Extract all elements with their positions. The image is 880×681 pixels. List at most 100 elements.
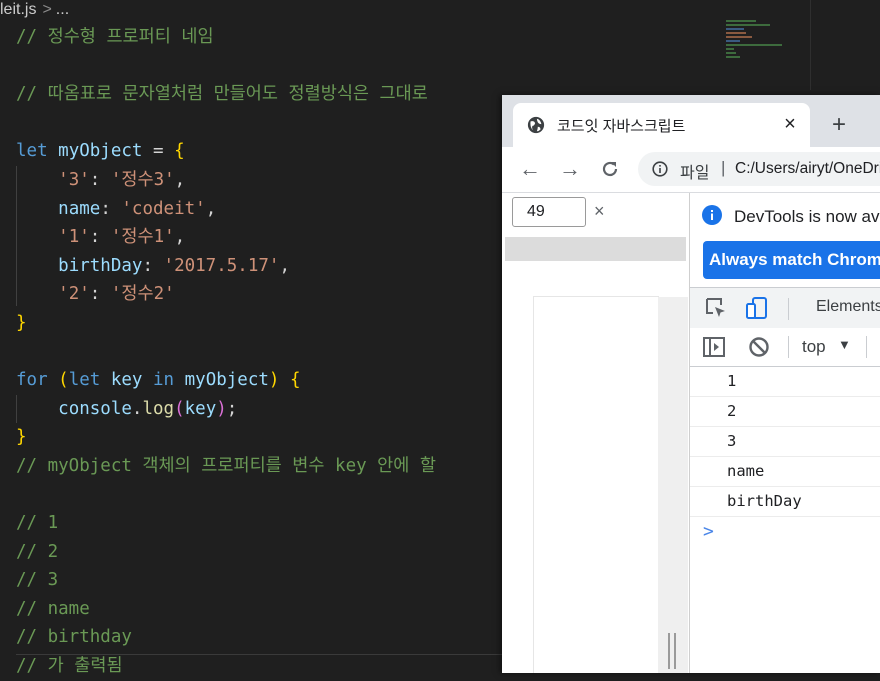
code-line[interactable]: // 가 출력됨 [16,652,436,681]
new-tab-button[interactable]: + [826,112,852,138]
code-token: { [174,141,185,162]
reload-arrow-icon [602,161,618,177]
code-token: '2' [58,284,90,305]
inspect-element-icon[interactable] [704,296,728,320]
devtools-panel: DevTools is now available in Korean Alwa… [690,193,880,673]
code-token: = [142,141,175,162]
always-match-language-button[interactable]: Always match Chrome's language [703,241,880,279]
code-line[interactable]: birthDay: '2017.5.17', [16,252,436,281]
context-dropdown-icon[interactable]: ▼ [838,337,851,352]
code-token: // 2 [16,541,59,562]
code-token: ; [226,398,238,419]
code-line[interactable]: for (let key in myObject) { [16,366,436,395]
code-line[interactable]: let myObject = { [16,137,436,166]
breadcrumb: leit.js >... [0,0,69,22]
dimension-close-icon[interactable]: × [594,201,605,222]
code-line[interactable] [16,338,436,367]
tab-elements[interactable]: Elements [816,298,880,316]
clear-console-icon[interactable] [748,336,770,358]
context-selector[interactable]: top [802,337,826,357]
browser-window: 코드잇 자바스크립트 × + ← → 파일 | C:/Users/airyt/O… [502,95,880,673]
console-log-row: 3 [690,427,880,457]
code-token: myObject [184,370,269,391]
globe-icon [527,116,545,134]
protocol-label: 파일 [680,165,710,182]
scrollbar-track[interactable] [810,0,811,90]
resize-handle[interactable] [668,633,676,669]
breadcrumb-file[interactable]: leit.js [0,1,36,18]
code-line[interactable] [16,52,436,81]
device-toolbar-icon[interactable] [745,296,769,320]
code-token: for [16,370,59,391]
infobar-message: DevTools is now available in Korean [734,207,880,226]
code-token: ( [58,370,69,391]
code-line[interactable]: // birthday [16,623,436,652]
code-line[interactable]: // 정수형 프로퍼티 네임 [16,23,436,52]
viewport-width-input[interactable]: 49 [512,197,586,227]
console-prompt-chevron-icon[interactable]: > [690,517,880,547]
breadcrumb-more[interactable]: ... [56,1,69,18]
code-token: } [16,312,27,333]
code-line[interactable]: name: 'codeit', [16,195,436,224]
code-token: : [89,169,111,190]
media-query-ruler[interactable] [505,237,686,261]
code-line[interactable]: // myObject 객체의 프로퍼티를 변수 key 안에 할 [16,452,436,481]
code-line[interactable]: console.log(key); [16,395,436,424]
code-token: key [110,370,143,391]
code-token: // 1 [16,513,59,534]
sidebar-toggle-icon[interactable] [703,336,725,358]
code-token: : [142,255,164,276]
address-bar[interactable]: 파일 | C:/Users/airyt/OneDrive [638,152,880,186]
code-token: : [100,198,122,219]
code-line[interactable]: } [16,423,436,452]
code-token: in [142,370,185,391]
browser-toolbar: ← → 파일 | C:/Users/airyt/OneDrive [502,147,880,193]
toolbar-divider [788,336,789,358]
console-log-row: 2 [690,397,880,427]
code-token: '3' [58,169,90,190]
code-token: '정수2' [110,284,175,305]
code-line[interactable] [16,481,436,510]
console-log-row: birthDay [690,487,880,517]
code-line[interactable]: // 2 [16,538,436,567]
device-viewport-pane: 49 × [502,193,690,673]
back-arrow-icon[interactable]: ← [516,155,544,183]
code-line[interactable]: '3': '정수3', [16,166,436,195]
code-token: , [174,169,186,190]
code-token: // 3 [16,570,59,591]
code-line[interactable]: '2': '정수2' [16,280,436,309]
page-canvas [534,297,658,673]
forward-arrow-icon[interactable]: → [556,155,584,183]
console-toolbar: top ▼ [690,328,880,367]
info-icon[interactable] [652,161,668,177]
omnibox-divider: | [721,158,726,177]
code-token: : [89,284,111,305]
code-token: : [89,227,111,248]
reload-icon[interactable] [596,155,624,183]
browser-tab[interactable]: 코드잇 자바스크립트 × [513,103,810,147]
code-token: ) [216,398,227,419]
code-line[interactable]: // 1 [16,509,436,538]
code-token: '정수3' [110,169,175,190]
horizontal-scrollbar[interactable] [16,654,502,655]
url-text[interactable]: C:/Users/airyt/OneDrive [735,160,880,178]
code-token: // myObject 객체의 프로퍼티를 변수 key 안에 할 [16,455,437,476]
code-token: key [184,398,217,419]
code-token: let [16,141,59,162]
console-log-row: name [690,457,880,487]
code-token: // 가 출력됨 [16,656,123,677]
code-line[interactable]: // name [16,595,436,624]
code-line[interactable]: // 3 [16,566,436,595]
code-line[interactable]: } [16,309,436,338]
tab-close-icon[interactable]: × [778,112,802,136]
minimap[interactable] [726,20,786,80]
info-filled-icon [702,205,722,225]
code-line[interactable]: // 따옴표로 문자열처럼 만들어도 정렬방식은 그대로 [16,80,436,109]
code-line[interactable]: '1': '정수1', [16,223,436,252]
devtools-tabbar: Elements [690,287,880,329]
code-line[interactable] [16,109,436,138]
code-text[interactable]: // 정수형 프로퍼티 네임 // 따옴표로 문자열처럼 만들어도 정렬방식은 그… [16,23,436,681]
